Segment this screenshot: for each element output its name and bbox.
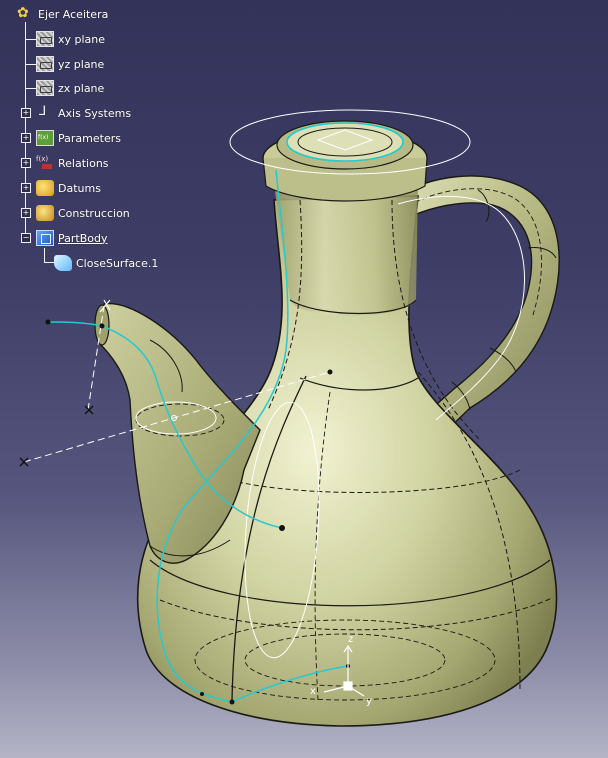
axis-x-label: x [310, 686, 316, 697]
axis-z-label: z [348, 634, 353, 645]
tree-item-label: zx plane [58, 81, 105, 95]
tree-item-partbody[interactable]: PartBody [36, 228, 107, 248]
tree-item-relations[interactable]: Relations [36, 153, 109, 173]
tree-branch-line [26, 88, 36, 89]
tree-item-zx-plane[interactable]: zx plane [36, 78, 104, 98]
tree-item-label: Parameters [58, 131, 121, 145]
tree-item-label: yz plane [58, 57, 105, 71]
tree-item-label: Relations [58, 156, 109, 170]
tree-branch-line [26, 64, 36, 65]
point-markers[interactable] [19, 405, 94, 467]
tree-item-label: Datums [58, 181, 101, 195]
tree-branch-line [44, 248, 45, 262]
tree-item-label: Construccion [58, 206, 130, 220]
expand-datums-button[interactable]: + [21, 183, 31, 193]
tree-item-axis-systems[interactable]: Axis Systems [36, 103, 131, 123]
axis-system-icon [36, 104, 54, 121]
tree-item-label: Axis Systems [58, 106, 132, 120]
tree-root-label: Ejer Aceitera [38, 7, 109, 21]
tree-item-construccion[interactable]: Construccion [36, 203, 130, 223]
tree-item-label: CloseSurface.1 [76, 256, 159, 270]
expand-construccion-button[interactable]: + [21, 208, 31, 218]
expand-parameters-button[interactable]: + [21, 133, 31, 143]
expand-axis-systems-button[interactable]: + [21, 108, 31, 118]
datums-icon [36, 180, 54, 196]
tree-item-closesurface[interactable]: CloseSurface.1 [54, 253, 158, 273]
parameters-icon [36, 130, 54, 146]
part-root-icon [16, 5, 34, 22]
tree-item-parameters[interactable]: Parameters [36, 128, 121, 148]
expand-relations-button[interactable]: + [21, 158, 31, 168]
axis-y-label: y [366, 696, 372, 707]
tree-item-datums[interactable]: Datums [36, 178, 101, 198]
construction-icon [36, 205, 54, 221]
plane-icon [36, 80, 54, 96]
tree-branch-line [44, 262, 54, 263]
collapse-partbody-button[interactable]: − [21, 233, 31, 243]
jug-rim[interactable] [262, 120, 428, 202]
plane-icon [36, 31, 54, 47]
tree-root-node[interactable]: Ejer Aceitera [16, 4, 108, 24]
close-surface-icon [54, 255, 72, 271]
tree-item-label: PartBody [58, 231, 108, 245]
tree-item-label: xy plane [58, 32, 106, 46]
relations-icon [36, 155, 54, 171]
partbody-icon [36, 230, 54, 246]
tree-branch-line [26, 39, 36, 40]
tree-item-yz-plane[interactable]: yz plane [36, 54, 104, 74]
specification-tree[interactable]: Ejer Aceitera xy plane yz plane zx plane… [0, 0, 220, 280]
plane-icon [36, 56, 54, 72]
tree-item-xy-plane[interactable]: xy plane [36, 29, 105, 49]
3d-viewport[interactable]: z x y Ejer Aceitera xy plane yz plane zx… [0, 0, 608, 758]
